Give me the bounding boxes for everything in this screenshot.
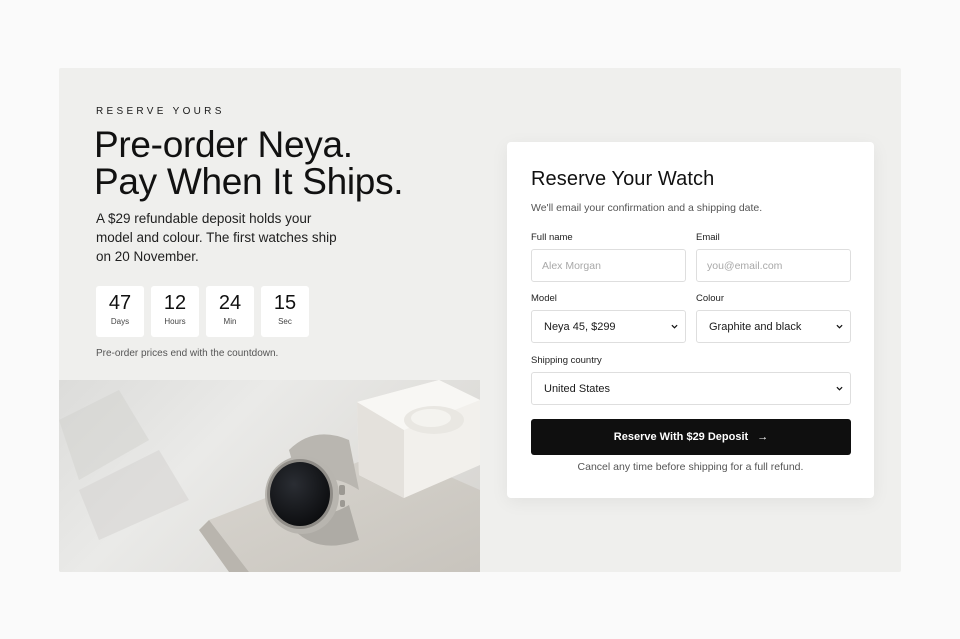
chevron-down-icon [836,386,843,391]
countdown-hours: 12 Hours [151,286,199,337]
shipping-country-select[interactable]: United States [531,372,851,405]
page-headline: Pre-order Neya. Pay When It Ships. [94,124,404,202]
colour-select[interactable]: Graphite and black [696,310,851,343]
countdown-unit: Sec [278,317,292,326]
countdown-value: 24 [218,292,242,314]
countdown-note: Pre-order prices end with the countdown. [96,348,279,359]
form-subtitle: We'll email your confirmation and a ship… [531,202,763,214]
countdown-unit: Days [110,317,130,326]
arrow-right-icon: → [757,430,769,443]
eyebrow-label: RESERVE YOURS [96,106,225,117]
headline-line-1: Pre-order Neya. [94,124,353,165]
shipping-country-label: Shipping country [531,355,602,366]
countdown-minutes: 24 Min [206,286,254,337]
model-select[interactable]: Neya 45, $299 [531,310,686,343]
countdown-timer: 47 Days 12 Hours 24 Min 15 Sec [96,286,309,337]
reservation-form-card: Reserve Your Watch We'll email your conf… [507,142,874,498]
reserve-deposit-button[interactable]: Reserve With $29 Deposit → [531,419,851,455]
chevron-down-icon [671,324,678,329]
cancel-note: Cancel any time before shipping for a fu… [577,461,804,473]
countdown-seconds: 15 Sec [261,286,309,337]
countdown-value: 47 [108,292,132,314]
model-select-value: Neya 45, $299 [544,320,616,333]
countdown-value: 12 [163,292,187,314]
hero-panel: RESERVE YOURS Pre-order Neya. Pay When I… [59,68,901,572]
reserve-deposit-button-label: Reserve With $29 Deposit [613,431,749,443]
countdown-unit: Hours [164,317,186,326]
hero-description: A $29 refundable deposit holds your mode… [96,211,337,264]
headline-line-2: Pay When It Ships. [94,161,404,202]
countdown-value: 15 [273,292,297,314]
email-input[interactable] [696,249,851,282]
model-label: Model [531,293,557,304]
product-photo [59,380,480,572]
form-title: Reserve Your Watch [531,168,715,190]
full-name-label: Full name [531,232,573,243]
full-name-input[interactable] [531,249,686,282]
countdown-unit: Min [223,317,237,326]
shipping-country-value: United States [544,382,611,395]
colour-select-value: Graphite and black [709,320,802,333]
countdown-days: 47 Days [96,286,144,337]
colour-label: Colour [696,293,724,304]
chevron-down-icon [836,324,843,329]
email-label: Email [696,232,720,243]
watch-illustration [59,380,480,572]
